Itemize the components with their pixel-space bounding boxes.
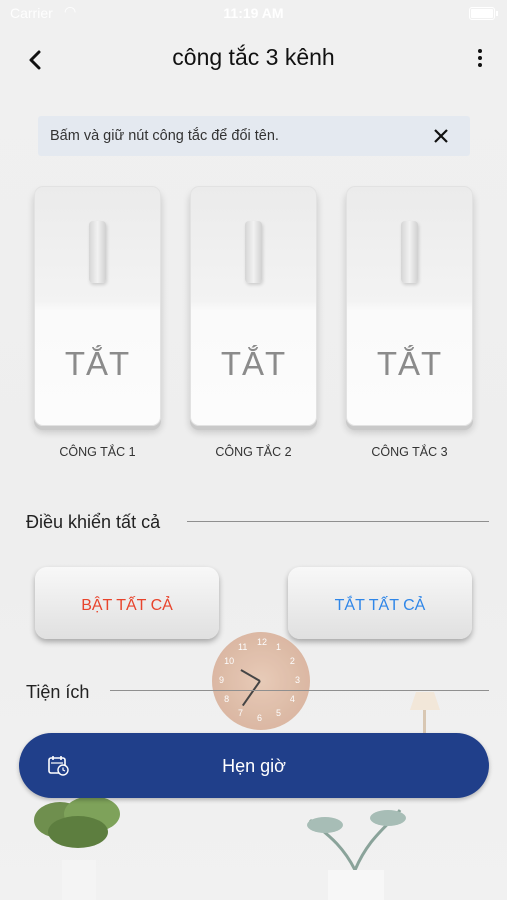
schedule-label: Hẹn giờ (222, 756, 286, 776)
rename-hint-banner: Bấm và giữ nút công tắc để đổi tên. (38, 116, 470, 156)
switch-state: TẮT (220, 345, 287, 382)
control-all-heading: Điều khiển tất cả (26, 512, 161, 532)
close-hint-button[interactable] (430, 125, 452, 147)
clock-number: 3 (295, 675, 301, 685)
section-divider (187, 521, 489, 522)
status-time: 11:19 AM (223, 5, 284, 21)
more-options-icon[interactable] (475, 46, 485, 72)
wall-clock-image: 12 1 2 3 4 5 6 7 8 9 10 11 (212, 632, 310, 730)
switch-2-label: CÔNG TẮC 2 (215, 445, 292, 459)
clock-number: 4 (289, 694, 295, 704)
utilities-heading: Tiện ích (26, 682, 90, 702)
close-icon (434, 129, 448, 143)
switch-1-label: CÔNG TẮC 1 (59, 445, 136, 459)
plant-image (34, 796, 120, 900)
battery-icon (469, 7, 498, 20)
switch-3-button[interactable]: TẮT (346, 186, 473, 426)
clock-number: 8 (224, 694, 230, 704)
switch-1[interactable]: TẮT (34, 186, 161, 430)
clock-number: 11 (238, 642, 248, 653)
clock-number: 2 (289, 656, 295, 666)
clock-number: 1 (276, 642, 282, 653)
switch-knob (245, 221, 262, 283)
switch-state: TẮT (376, 345, 443, 382)
switch-state: TẮT (64, 345, 131, 382)
switch-knob (401, 221, 418, 283)
plant-image (307, 809, 406, 900)
clock-number: 5 (276, 707, 282, 718)
clock-number: 6 (257, 713, 263, 723)
clock-number: 10 (224, 656, 235, 666)
navigation-bar: công tắc 3 kênh (0, 40, 507, 82)
switch-3-label: CÔNG TẮC 3 (371, 445, 448, 459)
clock-hand (240, 669, 261, 682)
schedule-button[interactable]: Hẹn giờ (19, 733, 489, 798)
clock-number: 9 (219, 675, 225, 685)
clock-hand (241, 680, 261, 707)
page-title: công tắc 3 kênh (172, 44, 335, 70)
status-bar: Carrier ◠ 11:19 AM (0, 0, 507, 28)
switch-2[interactable]: TẮT (190, 186, 317, 430)
hint-text: Bấm và giữ nút công tắc để đổi tên. (50, 128, 279, 144)
clock-number: 7 (238, 707, 244, 718)
clock-number: 12 (257, 637, 268, 647)
section-divider (110, 690, 489, 691)
switch-2-button[interactable]: TẮT (190, 186, 317, 426)
switch-3[interactable]: TẮT (346, 186, 473, 430)
switch-1-button[interactable]: TẮT (34, 186, 161, 426)
switch-knob (89, 221, 106, 283)
